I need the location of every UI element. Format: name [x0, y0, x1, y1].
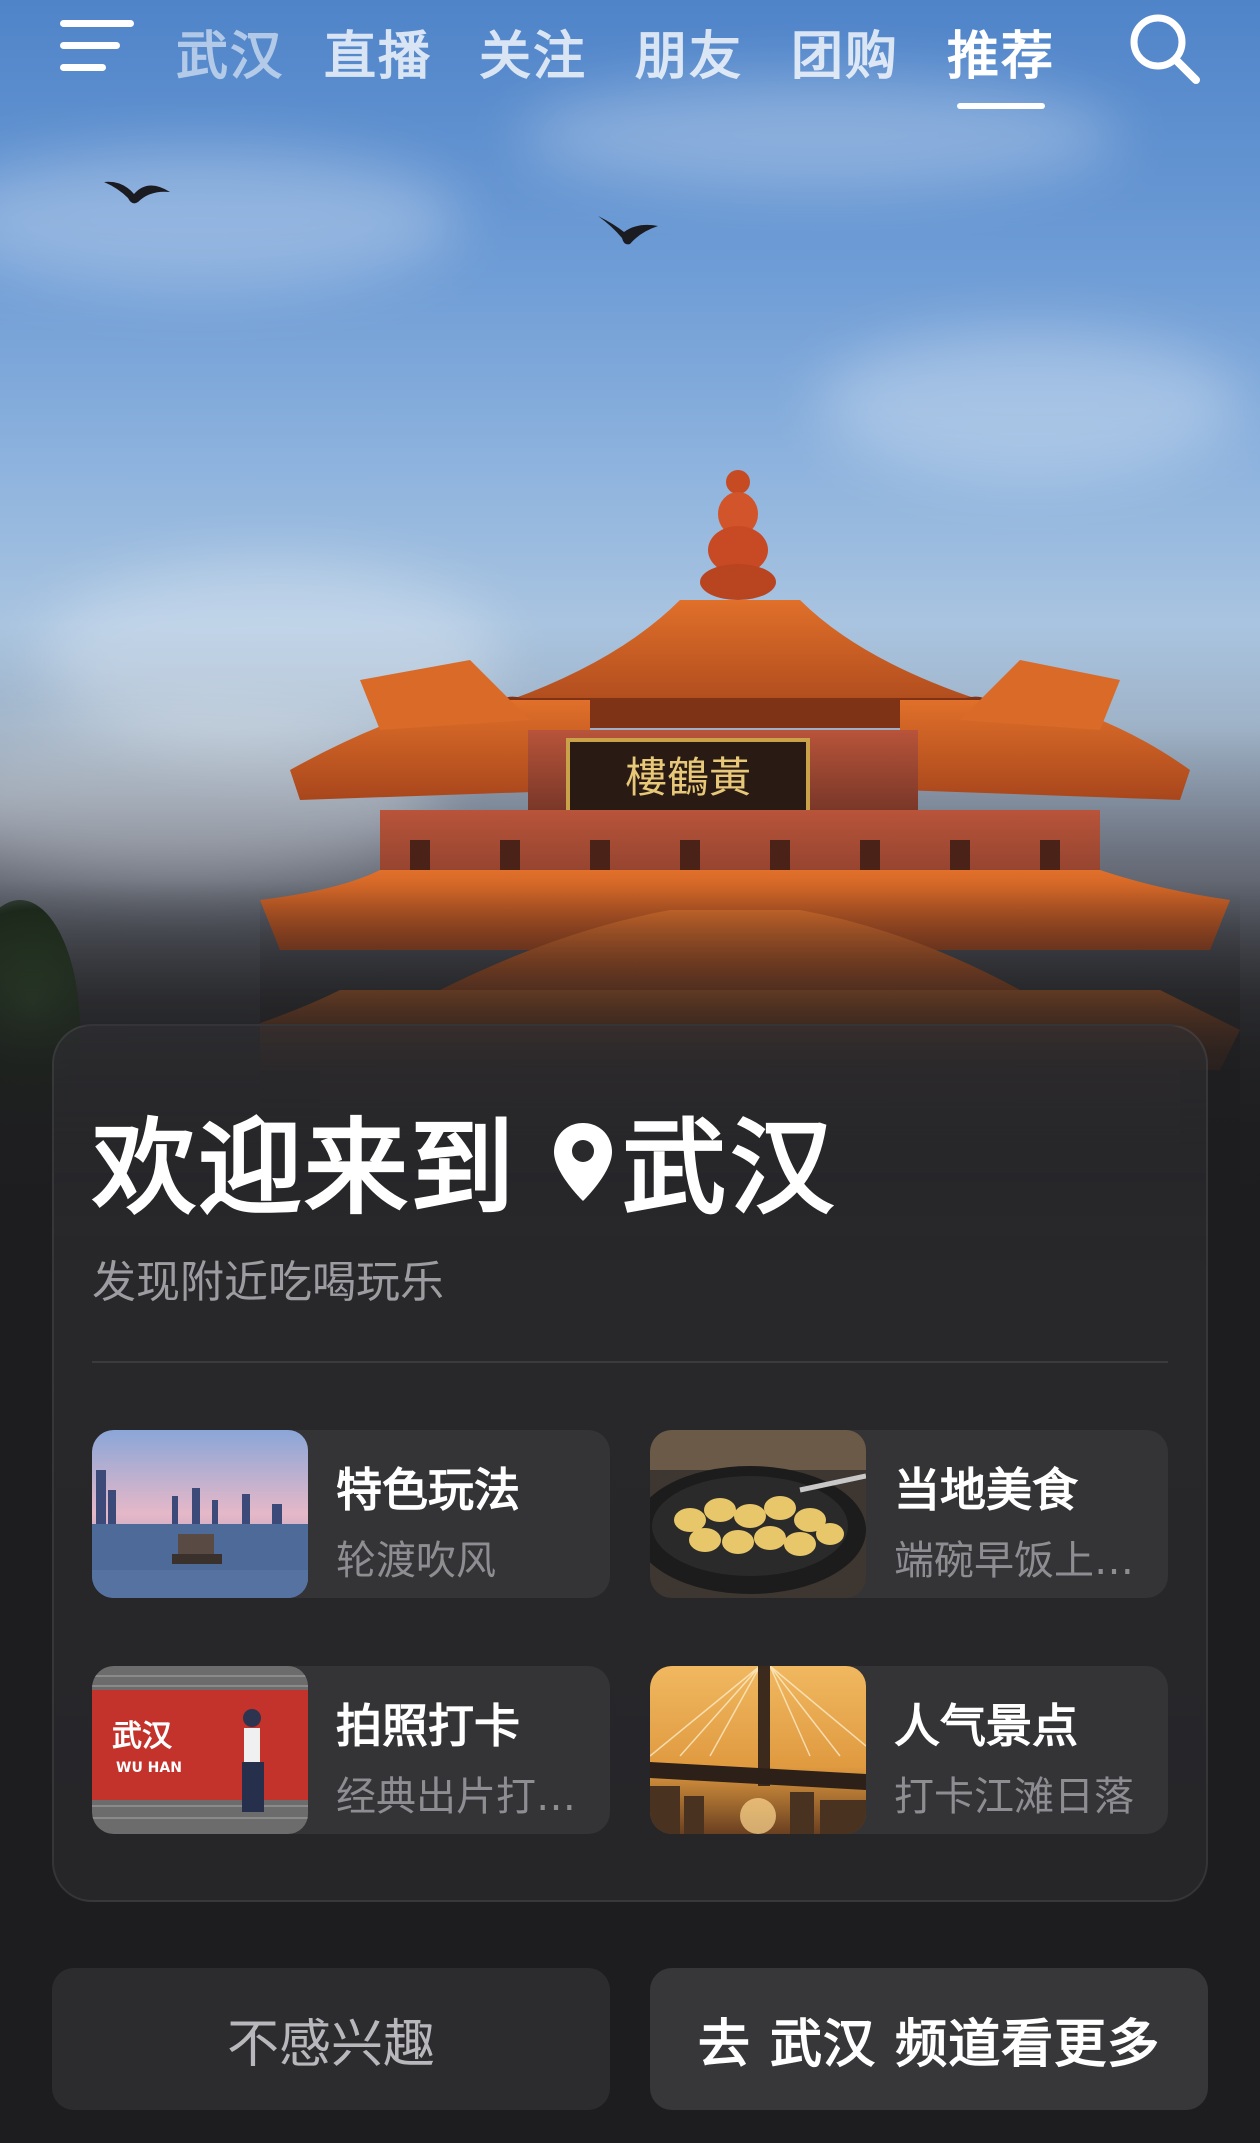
thumb-wuhan-latin: WU HAN — [116, 1760, 182, 1776]
see-more-channel-button[interactable]: 去 武汉 频道看更多 — [650, 1968, 1208, 2110]
tab-friends[interactable]: 朋友 — [635, 14, 743, 89]
tab-wuhan[interactable]: 武汉 — [176, 14, 284, 89]
wuhan-wall-photo-thumbnail: 武汉 WU HAN — [92, 1666, 308, 1834]
feature-item-play[interactable]: 特色玩法 轮渡吹风 — [92, 1430, 610, 1598]
bird-icon — [104, 181, 170, 204]
top-navigation: 武汉 直播 关注 朋友 团购 推荐 — [0, 0, 1260, 120]
not-interested-button[interactable]: 不感兴趣 — [52, 1968, 610, 2110]
tab-following[interactable]: 关注 — [479, 14, 587, 89]
city-name[interactable]: 武汉 — [622, 1083, 838, 1234]
item-subtitle: 打卡江滩日落 — [894, 1774, 1134, 1820]
item-title: 拍照打卡 — [336, 1699, 520, 1753]
item-subtitle: 经典出片打… — [336, 1774, 576, 1820]
ferry-skyline-thumbnail — [92, 1430, 308, 1598]
welcome-heading: 欢迎来到 武汉 — [92, 1098, 838, 1229]
feature-item-photo[interactable]: 武汉 WU HAN 拍照打卡 经典出片打… — [92, 1666, 610, 1834]
tower-sign-text: 樓鶴黃 — [625, 753, 751, 802]
welcome-text: 欢迎来到 — [92, 1106, 517, 1229]
item-title: 人气景点 — [894, 1699, 1078, 1753]
bridge-sunset-thumbnail — [650, 1666, 866, 1834]
item-title: 特色玩法 — [336, 1463, 520, 1517]
item-title: 当地美食 — [894, 1463, 1078, 1517]
tab-group-buy[interactable]: 团购 — [791, 14, 899, 89]
tab-recommend[interactable]: 推荐 — [947, 14, 1055, 89]
location-pin-icon — [552, 1121, 614, 1203]
divider — [92, 1361, 1168, 1363]
welcome-subtitle: 发现附近吃喝玩乐 — [92, 1257, 444, 1308]
feature-item-attraction[interactable]: 人气景点 打卡江滩日落 — [650, 1666, 1168, 1834]
menu-icon[interactable] — [60, 16, 134, 76]
thumb-wuhan-text: 武汉 — [112, 1719, 173, 1754]
feature-item-food[interactable]: 当地美食 端碗早饭上… — [650, 1430, 1168, 1598]
search-icon[interactable] — [1124, 8, 1204, 88]
item-subtitle: 轮渡吹风 — [336, 1538, 496, 1584]
bird-icon — [598, 216, 658, 245]
dumplings-pan-thumbnail — [650, 1430, 866, 1598]
active-tab-indicator — [957, 103, 1045, 109]
tab-live[interactable]: 直播 — [324, 14, 432, 89]
item-subtitle: 端碗早饭上… — [894, 1538, 1134, 1584]
